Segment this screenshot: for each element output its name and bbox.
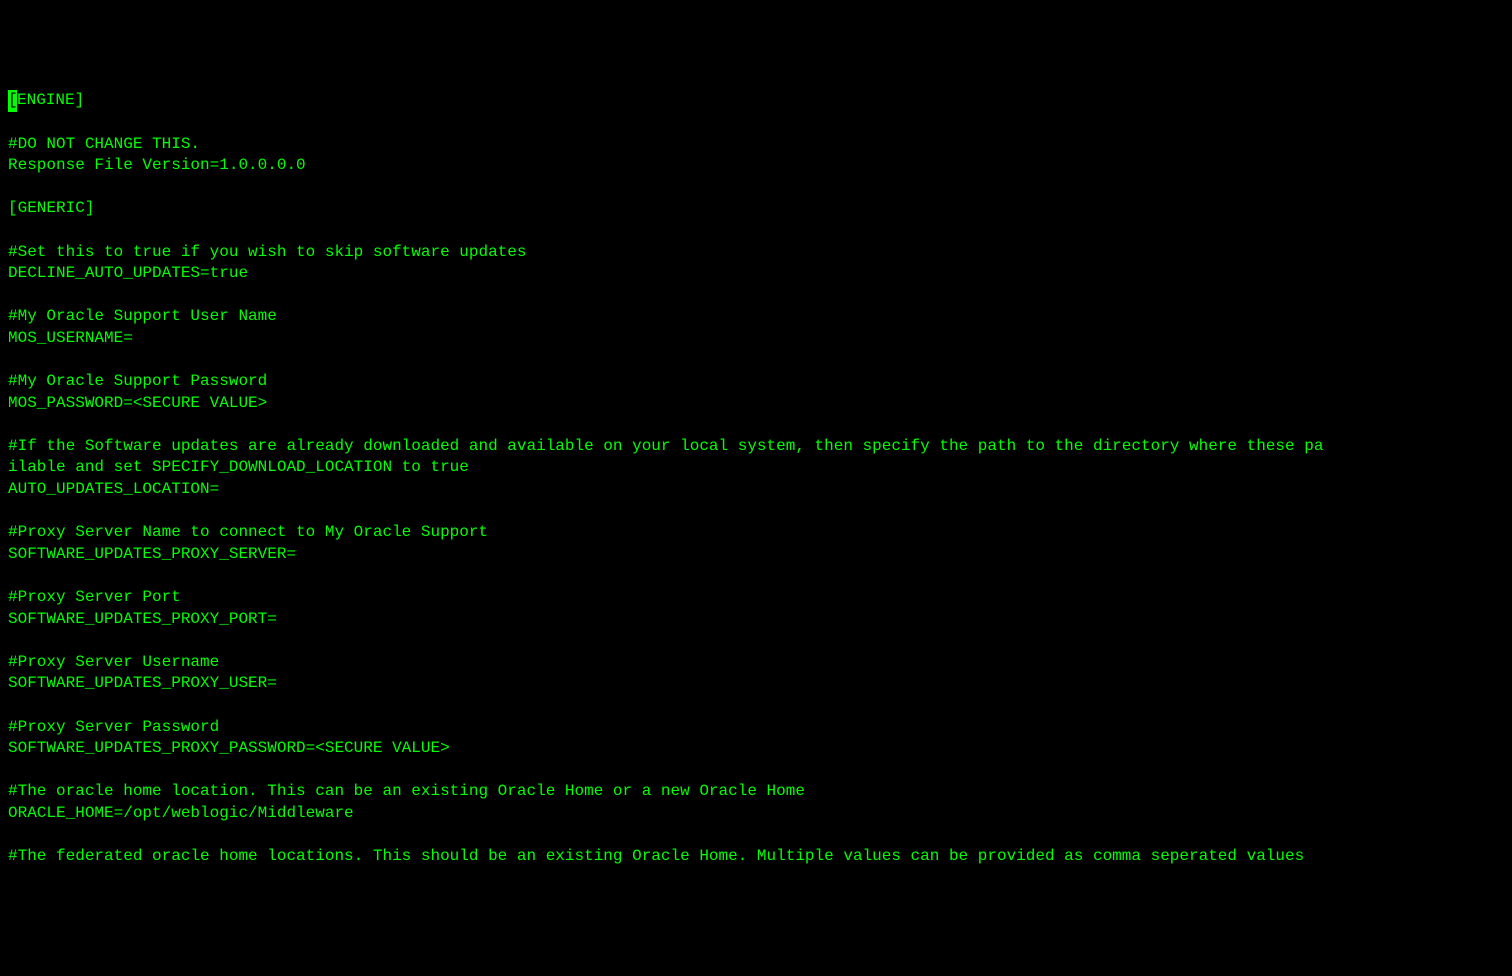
text-cursor: [: [8, 90, 17, 112]
terminal-view[interactable]: [ENGINE] #DO NOT CHANGE THIS. Response F…: [8, 90, 1504, 867]
